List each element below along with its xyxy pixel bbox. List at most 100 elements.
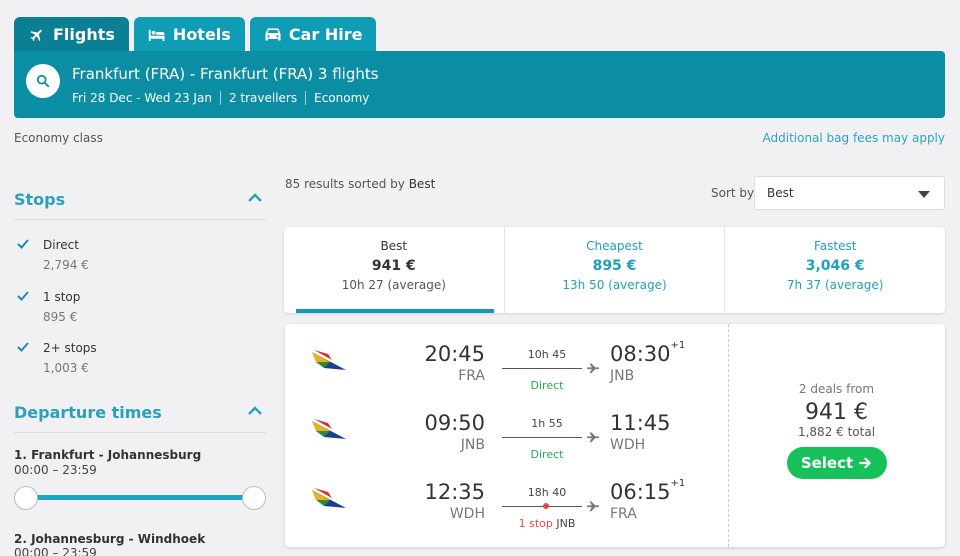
sort-tab-duration: 13h 50 (average) [562,278,667,292]
search-details: Fri 28 Dec - Wed 23 Jan 2 travellers Eco… [72,91,377,105]
airline-logo-icon [312,488,346,508]
itinerary-card[interactable]: 20:45 FRA 10h 45 Direct 08:30+1 JNB 09:5… [285,324,945,547]
caret-down-icon [918,191,930,198]
slider-handle-start[interactable] [14,486,38,510]
stops-info: 1 stop JNB [502,517,592,530]
tab-hotels-label: Hotels [172,25,231,44]
arrival-airport: FRA [610,506,637,522]
deal-panel: 2 deals from 941 € 1,882 € total Select [728,382,945,479]
arrival-airport: JNB [610,368,635,384]
flight-leg: 12:35 WDH 18h 40 1 stop JNB 06:15+1 FRA [285,478,728,540]
chevron-up-icon[interactable] [248,406,262,416]
stops-title: Stops [14,190,66,209]
economy-class-label: Economy class [14,131,103,145]
stops-info: Direct [502,448,592,461]
search-title: Frankfurt (FRA) - Frankfurt (FRA) 3 flig… [72,65,379,83]
search-cabin: Economy [305,91,377,105]
plane-icon [587,363,600,374]
search-summary-bar[interactable]: Frankfurt (FRA) - Frankfurt (FRA) 3 flig… [14,51,945,118]
flight-duration: 18h 40 [527,486,567,499]
stops-label: 1 stop [518,517,553,530]
sort-tab-price: 895 € [592,258,637,274]
airline-logo-icon [312,419,346,439]
stops-info: Direct [502,379,592,392]
route-label: 2. Johannesburg - Windhoek [14,532,206,546]
deal-price: 941 € [805,400,868,425]
departure-times-title: Departure times [14,403,162,422]
departure-time: 09:50 [424,411,485,435]
stop-filter-label: 1 stop [43,290,81,304]
stop-filter-label: 2+ stops [43,341,97,355]
sort-tab-best[interactable]: Best 941 € 10h 27 (average) [284,227,504,313]
car-icon [265,28,281,41]
stop-city: JNB [556,517,576,530]
departure-times-header[interactable]: Departure times [14,403,266,433]
arrow-right-icon [859,457,871,469]
tab-flights-label: Flights [53,25,115,44]
sort-by-label: Sort by [711,186,755,200]
deal-total: 1,882 € total [797,425,876,439]
flight-leg: 09:50 JNB 1h 55 Direct 11:45 WDH [285,411,728,471]
stop-filter-price: 2,794 € [43,258,89,272]
arrival-time: 06:15 [610,480,671,504]
select-button[interactable]: Select [786,447,887,479]
departure-airport: JNB [460,437,485,453]
route-line [502,368,582,369]
sort-tab-price: 941 € [371,258,416,274]
flight-duration: 10h 45 [527,348,567,361]
stop-filter-price: 895 € [43,310,78,324]
search-icon [36,74,50,88]
sort-tab-name: Fastest [813,239,857,253]
search-button[interactable] [26,64,60,98]
departure-time-slider[interactable] [26,495,254,500]
search-dates: Fri 28 Dec - Wed 23 Jan [72,91,212,105]
sort-tab-cheapest[interactable]: Cheapest 895 € 13h 50 (average) [503,227,725,313]
departure-time: 20:45 [424,342,485,366]
results-sorted-by: Best [408,177,436,191]
stop-dot [543,503,549,509]
stops-filter-header[interactable]: Stops [14,190,266,220]
sort-tab-name: Best [380,239,408,253]
route-time-range: 00:00 – 23:59 [14,463,97,477]
sort-tab-fastest[interactable]: Fastest 3,046 € 7h 37 (average) [724,227,945,313]
sort-by-select[interactable]: Best [754,176,945,210]
checkmark-icon[interactable] [16,341,30,353]
route-line [502,506,582,507]
plane-icon [30,29,42,41]
flight-leg: 20:45 FRA 10h 45 Direct 08:30+1 JNB [285,340,728,402]
flight-duration: 1h 55 [531,417,563,430]
chevron-up-icon[interactable] [248,193,262,203]
checkmark-icon[interactable] [16,290,30,302]
day-offset: +1 [670,478,686,489]
airline-logo-icon [312,350,346,370]
stop-filter-price: 1,003 € [43,361,89,375]
bed-icon [148,29,165,41]
day-offset: +1 [670,340,686,351]
tab-hotels[interactable]: Hotels [133,17,245,52]
sort-tab-duration: 10h 27 (average) [341,278,446,292]
sort-tabs: Best 941 € 10h 27 (average) Cheapest 895… [284,227,945,313]
plane-icon [587,432,600,443]
arrival-airport: WDH [610,437,646,453]
departure-airport: FRA [458,368,485,384]
route-label: 1. Frankfurt - Johannesburg [14,448,202,462]
sort-by-value: Best [767,186,794,200]
tab-car-hire-label: Car Hire [288,25,363,44]
slider-handle-end[interactable] [242,486,266,510]
stop-filter-label: Direct [43,238,79,252]
departure-time: 12:35 [424,480,485,504]
stops-label: Direct [530,448,564,461]
checkmark-icon[interactable] [16,238,30,250]
route-time-range: 00:00 – 23:59 [14,546,97,556]
deals-count: 2 deals from [798,382,875,396]
results-count-text: 85 results sorted by [285,177,405,191]
tab-car-hire[interactable]: Car Hire [249,17,377,52]
sort-tab-duration: 7h 37 (average) [786,278,884,292]
plane-icon [587,501,600,512]
tab-flights[interactable]: Flights [14,17,129,52]
arrival-time: 11:45 [610,411,671,435]
results-count: 85 results sorted by Best [285,177,435,191]
route-line [502,437,582,438]
bag-fees-link[interactable]: Additional bag fees may apply [763,131,946,145]
sort-tab-price: 3,046 € [805,258,865,274]
